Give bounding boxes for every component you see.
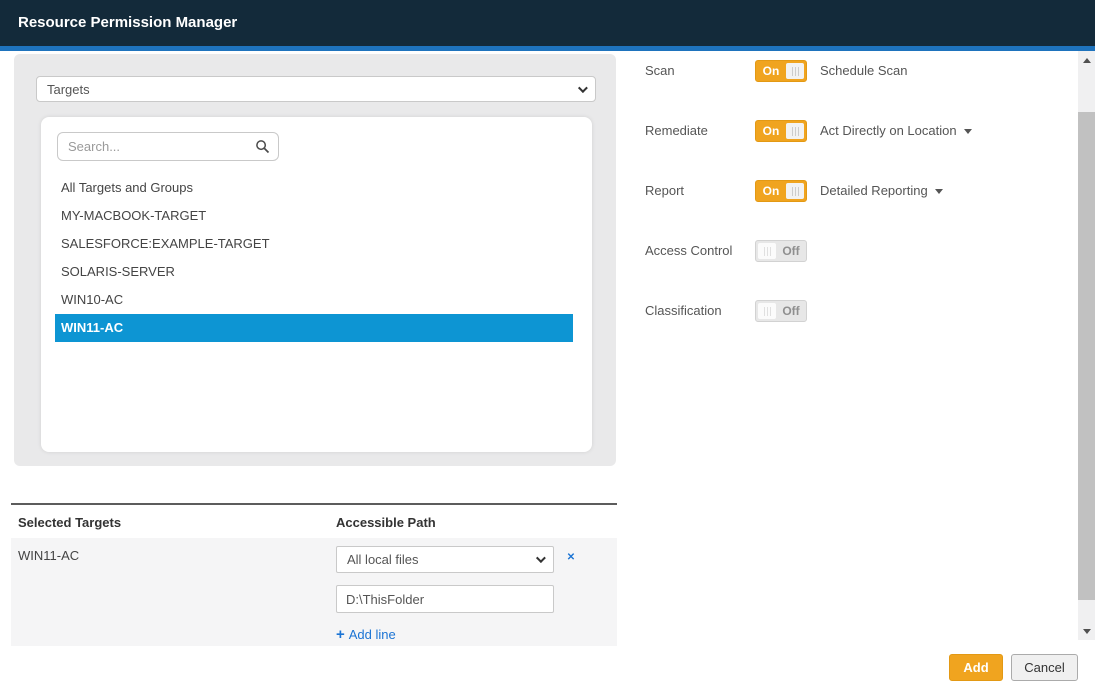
toggle-grip-icon (786, 123, 804, 139)
toggle-state-text: On (756, 61, 786, 81)
report-toggle[interactable]: On (755, 180, 807, 202)
search-icon (255, 139, 270, 154)
close-icon: ✕ (567, 552, 575, 563)
access-control-label: Access Control (645, 240, 749, 262)
access-control-toggle[interactable]: Off (755, 240, 807, 262)
scroll-down-button[interactable] (1078, 622, 1095, 640)
scrollbar-thumb[interactable] (1078, 112, 1095, 600)
schedule-scan-label: Schedule Scan (820, 60, 907, 82)
caret-down-icon (964, 129, 972, 134)
scan-toggle[interactable]: On (755, 60, 807, 82)
cancel-button[interactable]: Cancel (1011, 654, 1078, 681)
report-mode-dropdown[interactable]: Detailed Reporting (820, 180, 943, 202)
target-list-item[interactable]: MY-MACBOOK-TARGET (55, 202, 573, 230)
targets-group-select[interactable]: Targets (36, 76, 596, 102)
triangle-up-icon (1083, 58, 1091, 63)
scan-label: Scan (645, 60, 749, 82)
accessible-path-header: Accessible Path (336, 515, 436, 530)
caret-down-icon (935, 189, 943, 194)
classification-label: Classification (645, 300, 749, 322)
target-list-item[interactable]: SOLARIS-SERVER (55, 258, 573, 286)
plus-icon: + (336, 626, 345, 643)
target-list-item[interactable]: All Targets and Groups (55, 174, 573, 202)
add-button[interactable]: Add (949, 654, 1003, 681)
target-list-card: All Targets and Groups MY-MACBOOK-TARGET… (41, 117, 592, 452)
remove-row-button[interactable]: ✕ (563, 550, 579, 566)
toggle-state-text: On (756, 121, 786, 141)
remediate-toggle[interactable]: On (755, 120, 807, 142)
target-list-item[interactable]: SALESFORCE:EXAMPLE-TARGET (55, 230, 573, 258)
toggle-grip-icon (758, 303, 776, 319)
scrollbar-track[interactable] (1078, 51, 1095, 640)
add-line-button[interactable]: +Add line (336, 626, 396, 643)
scroll-up-button[interactable] (1078, 51, 1095, 69)
search-input[interactable] (57, 132, 279, 161)
toggle-grip-icon (786, 183, 804, 199)
toggle-state-text: Off (776, 241, 806, 261)
target-name-cell: WIN11-AC (18, 548, 79, 563)
title-bar: Resource Permission Manager (0, 0, 1095, 46)
triangle-down-icon (1083, 629, 1091, 634)
targets-panel: Targets All Targets and Groups MY-MACBOO… (14, 54, 616, 466)
chevron-down-icon (536, 553, 546, 563)
path-input[interactable] (336, 585, 554, 613)
table-separator-line (11, 503, 617, 505)
toggle-grip-icon (786, 63, 804, 79)
target-list-item-selected[interactable]: WIN11-AC (55, 314, 573, 342)
dialog-title: Resource Permission Manager (0, 0, 1095, 46)
path-type-select-value: All local files (347, 552, 536, 567)
toggle-grip-icon (758, 243, 776, 259)
target-list-item[interactable]: WIN10-AC (55, 286, 573, 314)
path-type-select[interactable]: All local files (336, 546, 554, 573)
chevron-down-icon (578, 83, 588, 93)
toggle-state-text: Off (776, 301, 806, 321)
report-label: Report (645, 180, 749, 202)
target-list: All Targets and Groups MY-MACBOOK-TARGET… (55, 174, 573, 342)
toggle-state-text: On (756, 181, 786, 201)
targets-group-select-value: Targets (47, 82, 578, 97)
remediate-label: Remediate (645, 120, 749, 142)
remediate-mode-dropdown[interactable]: Act Directly on Location (820, 120, 972, 142)
accent-strip (0, 46, 1095, 51)
classification-toggle[interactable]: Off (755, 300, 807, 322)
selected-targets-header: Selected Targets (18, 515, 121, 530)
